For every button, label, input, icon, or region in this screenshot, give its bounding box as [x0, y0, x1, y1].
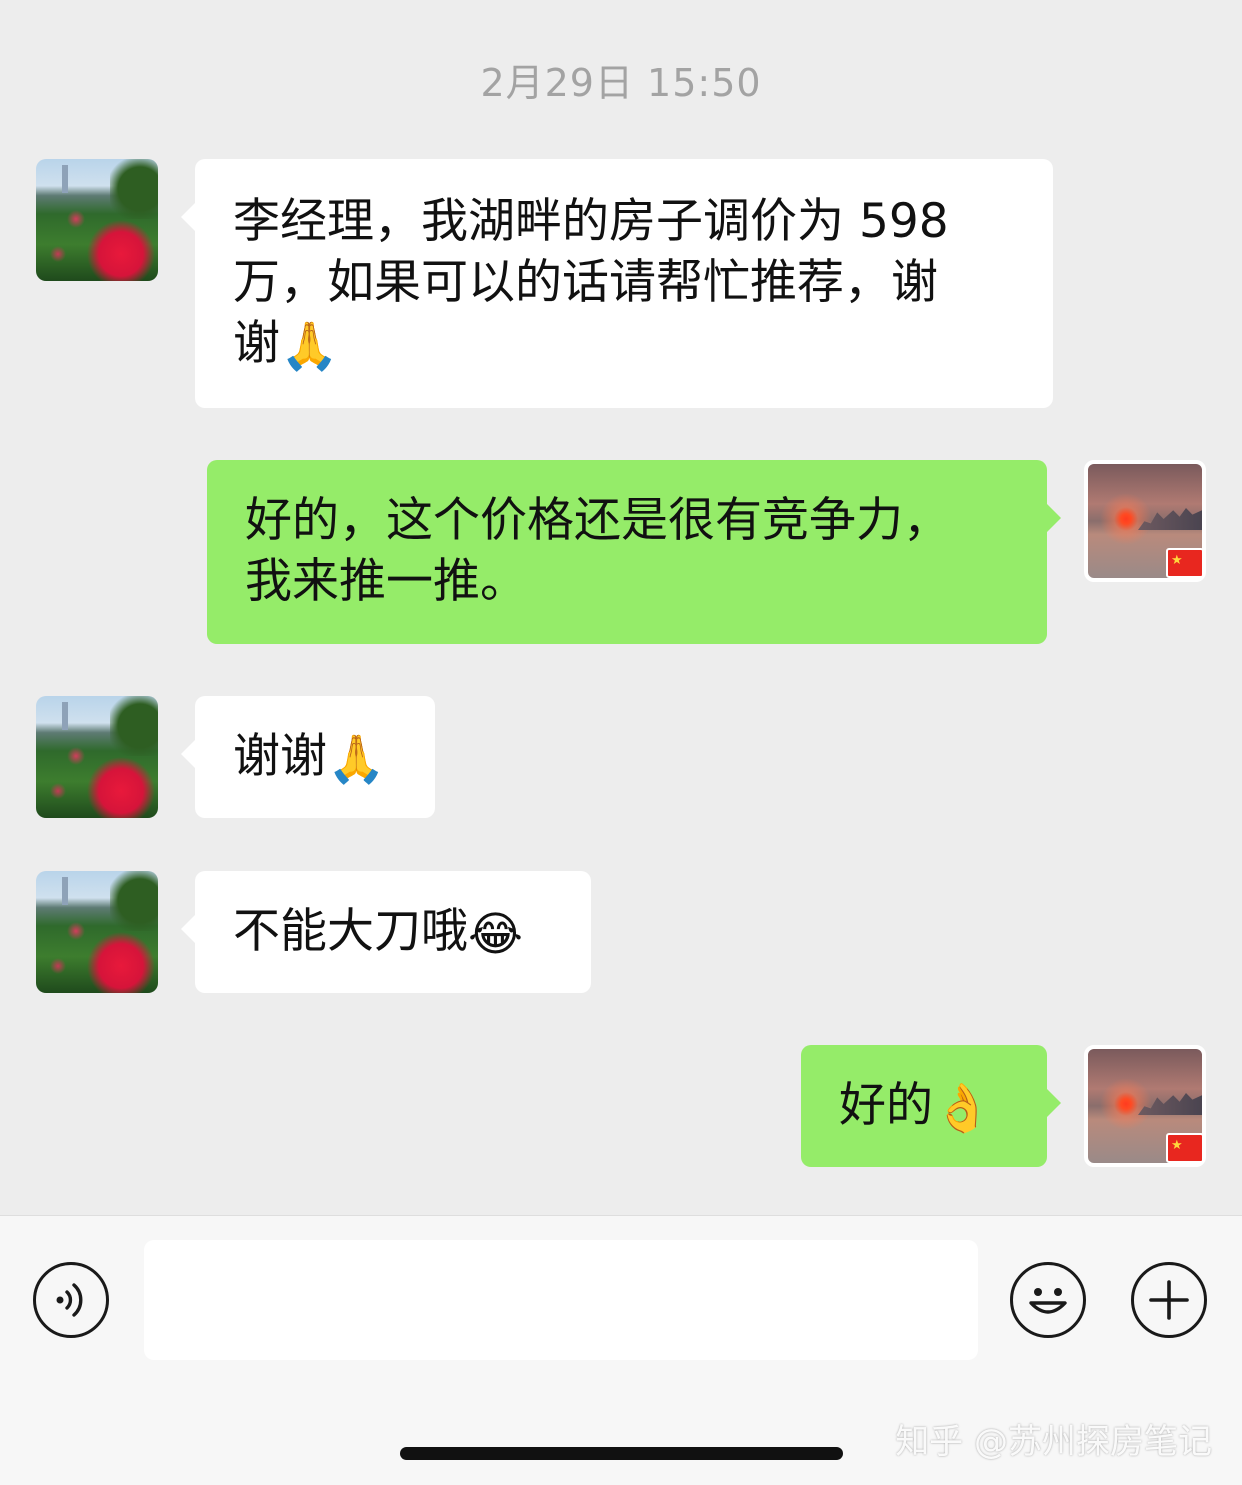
outgoing-message-bubble[interactable]: 好的👌: [801, 1045, 1061, 1167]
ok-hand-emoji-icon: 👌: [933, 1081, 992, 1136]
emoji-button[interactable]: [1010, 1262, 1086, 1338]
input-toolbar: 知乎 @苏州探房笔记: [0, 1215, 1242, 1485]
contact-avatar[interactable]: [36, 871, 158, 993]
message-line: 我来推一推。: [245, 554, 527, 609]
outgoing-message-bubble[interactable]: 好的，这个价格还是很有竞争力， 我来推一推。: [207, 460, 1061, 644]
home-indicator[interactable]: [400, 1447, 843, 1460]
china-flag-icon: ★: [1166, 1133, 1204, 1163]
emoji-smiley-icon: [1029, 1288, 1067, 1314]
incoming-message-bubble[interactable]: 谢谢🙏: [181, 696, 435, 818]
voice-button[interactable]: [33, 1262, 109, 1338]
message-line: 谢🙏: [233, 313, 1023, 377]
voice-input-icon: [56, 1283, 83, 1317]
message-text: 谢谢: [233, 729, 327, 784]
laughing-tears-emoji-icon: 😂: [468, 907, 523, 962]
message-line: 好的，这个价格还是很有竞争力，: [245, 493, 950, 548]
message-line: 万，如果可以的话请帮忙推荐，谢: [233, 255, 938, 310]
message-text: 好的: [839, 1078, 933, 1133]
message-line: 李经理，我湖畔的房子调价为 598: [233, 194, 949, 249]
more-button[interactable]: [1131, 1262, 1207, 1338]
watermark: 知乎 @苏州探房笔记: [895, 1422, 1212, 1462]
message-text: 不能大刀哦: [233, 904, 468, 959]
folded-hands-emoji-icon: 🙏: [327, 732, 386, 787]
contact-avatar[interactable]: [36, 696, 158, 818]
chat-area[interactable]: 2月29日 15:50 李经理，我湖畔的房子调价为 598 万，如果可以的话请帮…: [0, 0, 1242, 1215]
incoming-message-bubble[interactable]: 不能大刀哦😂: [181, 871, 591, 993]
message-input[interactable]: [144, 1240, 978, 1360]
incoming-message-bubble[interactable]: 李经理，我湖畔的房子调价为 598 万，如果可以的话请帮忙推荐，谢 谢🙏: [181, 159, 1053, 408]
message-timestamp: 2月29日 15:50: [480, 61, 762, 105]
contact-avatar[interactable]: [36, 159, 158, 281]
folded-hands-emoji-icon: 🙏: [280, 319, 339, 374]
plus-more-icon: [1149, 1280, 1189, 1320]
china-flag-icon: ★: [1166, 548, 1204, 578]
